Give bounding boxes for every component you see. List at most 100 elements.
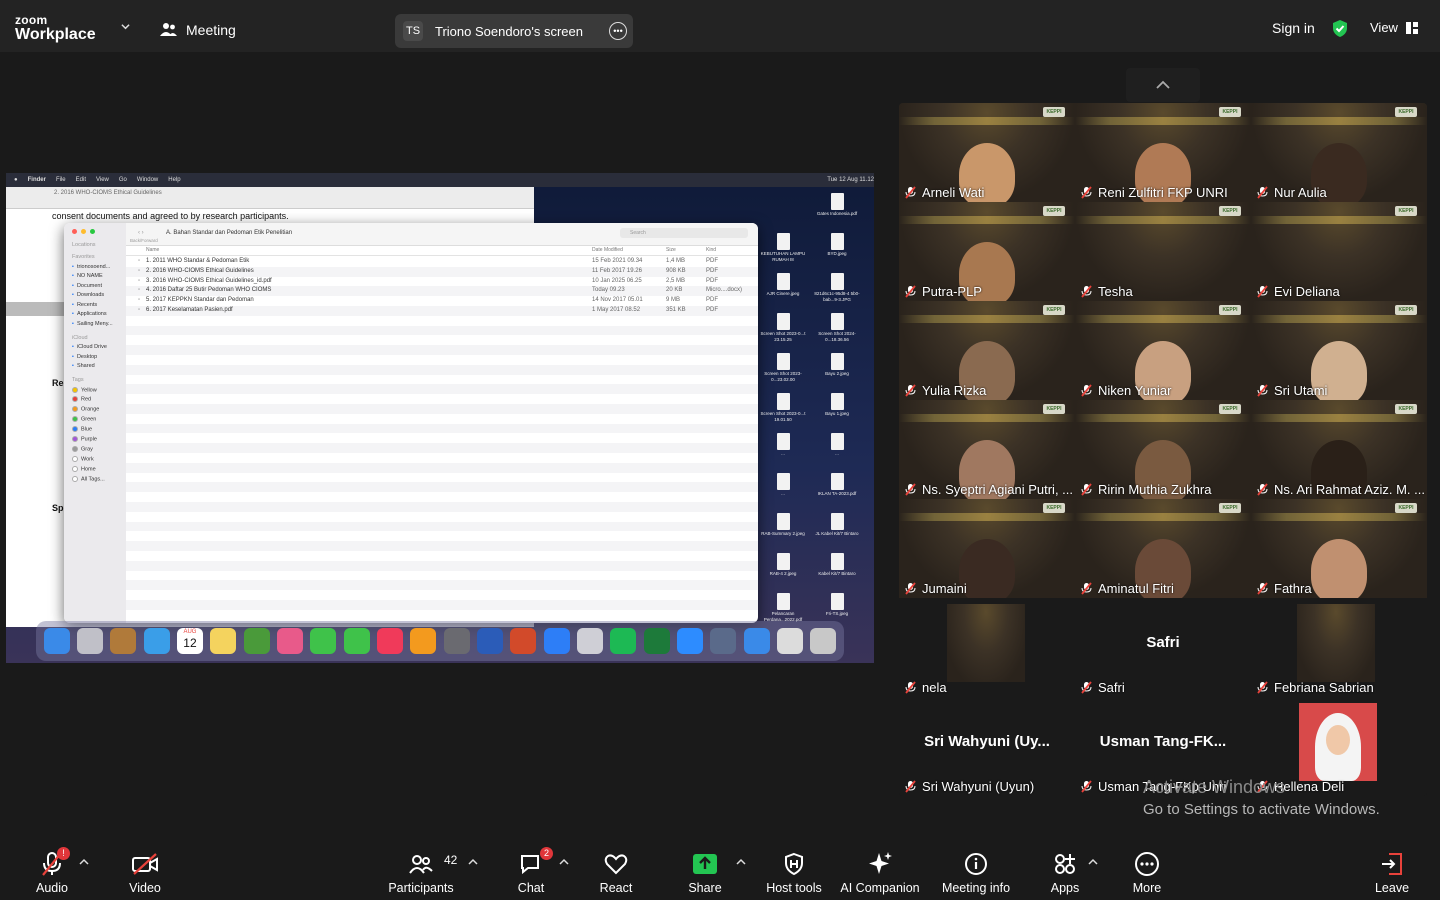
meeting-menu[interactable]: Meeting <box>160 22 236 38</box>
dock-app-icon[interactable] <box>476 628 503 654</box>
desktop-file-icon[interactable]: 821d6c1c-95d8-4 5b0-bab...9-3.JPG <box>811 273 863 302</box>
more-options-icon[interactable]: ••• <box>609 22 627 40</box>
participant-tile[interactable]: KEPPI Putra-PLP <box>899 202 1075 301</box>
dock-app-icon[interactable] <box>310 628 337 654</box>
apps-button[interactable]: Apps <box>1046 849 1084 895</box>
chat-caret-icon[interactable] <box>559 858 569 866</box>
window-controls[interactable] <box>64 223 126 234</box>
file-row[interactable]: ▫ 6. 2017 Keselamatan Pasien.pdf 1 May 201… <box>126 305 758 316</box>
desktop-file-icon[interactable]: IKLAN TA-2023.pdf <box>811 473 863 497</box>
participant-tile[interactable]: KEPPI Ns. Syeptri Agiani Putri, ... <box>899 400 1075 499</box>
desktop-file-icon[interactable]: ... <box>757 433 809 457</box>
dock-app-icon[interactable] <box>243 628 270 654</box>
sidebar-item[interactable]: ▪ trionosoend... <box>64 264 126 270</box>
audio-options-caret-icon[interactable] <box>79 858 89 866</box>
participant-tile[interactable]: KEPPISri Wahyuni (Uy...Sri Wahyuni (Uyun… <box>899 697 1075 796</box>
participant-tile[interactable]: KEPPI Fathra <box>1251 499 1427 598</box>
audio-button[interactable]: ! Audio <box>30 847 74 895</box>
participants-button[interactable]: 42 Participants <box>388 849 457 895</box>
dock-app-icon[interactable] <box>676 628 703 654</box>
dock-app-icon[interactable] <box>576 628 603 654</box>
participant-tile[interactable]: KEPPI Nur Aulia <box>1251 103 1427 202</box>
dock-app-icon[interactable] <box>376 628 403 654</box>
desktop-file-icon[interactable]: JL Kabel Kit/7 Bintaro <box>811 513 863 537</box>
desktop-file-icon[interactable]: Screen Shot 2023-0...t 19.01.50 <box>757 393 809 422</box>
file-row[interactable]: ▫ 5. 2017 KEPPKN Standar dan Pedoman 14 No… <box>126 296 758 306</box>
dock-app-icon[interactable] <box>43 628 70 654</box>
file-row[interactable]: ▫ 1. 2011 WHO Standar & Pedoman Etik 15 Fe… <box>126 257 758 267</box>
dock-app-icon[interactable] <box>643 628 670 654</box>
dock-app-icon[interactable] <box>210 628 237 654</box>
dock-app-icon[interactable] <box>543 628 570 654</box>
sidebar-tag[interactable]: Work <box>64 456 126 463</box>
dock-app-icon[interactable] <box>410 628 437 654</box>
sidebar-item[interactable]: ▪ NO NAME <box>64 273 126 279</box>
gallery-scroll-up[interactable] <box>1126 68 1200 102</box>
chat-button[interactable]: 2 Chat <box>511 847 553 895</box>
desktop-file-icon[interactable]: Screen Shot 2024-0...18.36.56 <box>811 313 863 342</box>
dock-app-icon[interactable] <box>510 628 537 654</box>
desktop-file-icon[interactable]: BYD.jpeg <box>811 233 863 257</box>
screen-share-indicator[interactable]: TS Triono Soendoro's screen ••• <box>395 14 633 48</box>
encryption-shield-icon[interactable] <box>1331 19 1349 38</box>
share-caret-icon[interactable] <box>736 858 746 866</box>
desktop-file-icon[interactable]: Bayu 1.jpeg <box>811 393 863 417</box>
dock-app-icon[interactable]: AUG 12 <box>176 628 203 654</box>
desktop-file-icon[interactable]: ... <box>811 433 863 457</box>
finder-search-field[interactable]: Search <box>620 228 748 238</box>
view-menu[interactable]: View <box>1370 20 1418 35</box>
dock-app-icon[interactable] <box>443 628 470 654</box>
sidebar-item[interactable]: ▪ Downloads <box>64 292 126 298</box>
sidebar-item[interactable]: ▪ Shared <box>64 363 126 369</box>
file-row[interactable]: ▫ 3. 2016 WHO-CIOMS Ethical Guidelines_id… <box>126 277 758 287</box>
participant-tile[interactable]: KEPPI Arneli Wati <box>899 103 1075 202</box>
dock-app-icon[interactable] <box>276 628 303 654</box>
ai-companion-button[interactable]: AI Companion <box>840 849 920 895</box>
apps-caret-icon[interactable] <box>1088 858 1098 866</box>
sidebar-tag[interactable]: Home <box>64 466 126 473</box>
sidebar-tag[interactable]: Yellow <box>64 386 126 393</box>
react-button[interactable]: React <box>596 849 636 895</box>
desktop-file-icon[interactable]: RAB-Summary 2.jpeg <box>757 513 809 537</box>
dock-app-icon[interactable] <box>710 628 737 654</box>
participant-tile[interactable]: KEPPI Sri Utami <box>1251 301 1427 400</box>
desktop-file-icon[interactable]: AJR Cinere.jpeg <box>757 273 809 297</box>
sidebar-tag[interactable]: Orange <box>64 406 126 413</box>
host-tools-button[interactable]: Host tools <box>764 849 824 895</box>
desktop-file-icon[interactable]: Screen Shot 2023-0...t 23.15.25 <box>757 313 809 342</box>
dock-app-icon[interactable] <box>76 628 103 654</box>
more-button[interactable]: More <box>1126 849 1168 895</box>
dock-app-icon[interactable] <box>143 628 170 654</box>
participant-tile[interactable]: KEPPI Aminatul Fitri <box>1075 499 1251 598</box>
col-date[interactable]: Date Modified <box>592 247 623 253</box>
participant-tile[interactable]: KEPPI Ririn Muthia Zukhra <box>1075 400 1251 499</box>
sidebar-item[interactable]: ▪ Document <box>64 283 126 289</box>
participant-tile[interactable]: KEPPI Tesha <box>1075 202 1251 301</box>
share-button[interactable]: Share <box>684 849 726 895</box>
dock-app-icon[interactable] <box>776 628 803 654</box>
col-name[interactable]: Name <box>146 247 159 253</box>
sidebar-tag[interactable]: Purple <box>64 436 126 443</box>
sidebar-tag[interactable]: Gray <box>64 446 126 453</box>
participant-tile[interactable]: KEPPInela <box>899 598 1075 697</box>
col-kind[interactable]: Kind <box>706 247 716 253</box>
chevron-down-icon[interactable] <box>121 22 130 31</box>
video-button[interactable]: Video <box>124 849 166 895</box>
leave-button[interactable]: Leave <box>1372 849 1412 895</box>
sidebar-item[interactable]: ▪ Sailing Meny... <box>64 321 126 327</box>
participant-tile[interactable]: KEPPI Niken Yuniar <box>1075 301 1251 400</box>
desktop-file-icon[interactable]: Pelancaran Perdana...2022.pdf <box>757 593 809 622</box>
participants-caret-icon[interactable] <box>468 858 478 866</box>
file-row[interactable]: ▫ 2. 2016 WHO-CIOMS Ethical Guidelines 11 … <box>126 266 758 277</box>
desktop-file-icon[interactable]: ... <box>757 473 809 497</box>
sidebar-tag[interactable]: Blue <box>64 426 126 433</box>
sign-in-button[interactable]: Sign in <box>1272 20 1315 36</box>
participant-tile[interactable]: KEPPISafriSafri <box>1075 598 1251 697</box>
back-forward-icon[interactable]: ‹ › <box>138 230 144 236</box>
desktop-file-icon[interactable]: Bayu 2.jpeg <box>811 353 863 377</box>
desktop-file-icon[interactable]: Fri-TS.jpeg <box>811 593 863 617</box>
sidebar-tag[interactable]: All Tags... <box>64 476 126 483</box>
participant-tile[interactable]: KEPPI Reni Zulfitri FKP UNRI <box>1075 103 1251 202</box>
sidebar-item[interactable]: ▪ iCloud Drive <box>64 344 126 350</box>
participant-tile[interactable]: KEPPI Jumaini <box>899 499 1075 598</box>
